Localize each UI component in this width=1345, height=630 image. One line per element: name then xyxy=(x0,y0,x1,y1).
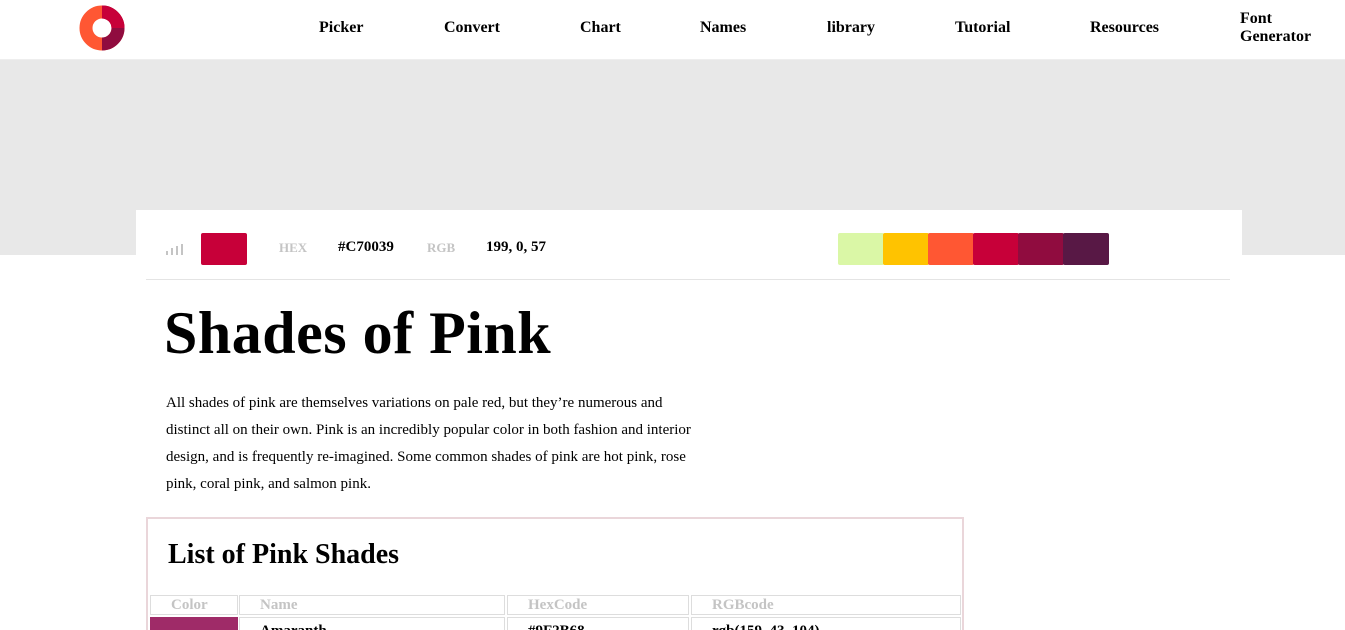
top-navigation-bar: Picker Convert Chart Names library Tutor… xyxy=(0,0,1345,60)
nav-tutorial[interactable]: Tutorial xyxy=(955,19,1010,37)
palette-swatch[interactable] xyxy=(883,233,929,265)
table-row-hex: #9F2B68 xyxy=(507,617,689,630)
logo-icon[interactable] xyxy=(78,5,126,51)
nav-library[interactable]: library xyxy=(827,19,875,37)
column-header-name: Name xyxy=(239,595,505,615)
nav-resources[interactable]: Resources xyxy=(1090,19,1159,37)
rgb-value[interactable]: 199, 0, 57 xyxy=(486,239,546,256)
page-title: Shades of Pink xyxy=(164,300,552,366)
nav-names[interactable]: Names xyxy=(700,19,746,37)
palette-swatch[interactable] xyxy=(1018,233,1064,265)
nav-picker[interactable]: Picker xyxy=(319,19,363,37)
nav-chart[interactable]: Chart xyxy=(580,19,621,37)
column-header-rgbcode: RGBcode xyxy=(691,595,961,615)
list-title: List of Pink Shades xyxy=(168,539,400,570)
nav-convert[interactable]: Convert xyxy=(444,19,500,37)
color-palette xyxy=(838,233,1109,265)
hex-value[interactable]: #C70039 xyxy=(338,239,394,256)
palette-swatch[interactable] xyxy=(1063,233,1109,265)
column-header-hexcode: HexCode xyxy=(507,595,689,615)
hex-label: HEX xyxy=(279,240,308,255)
nav-font-generator[interactable]: Font Generator xyxy=(1240,10,1320,46)
rgb-label: RGB xyxy=(427,240,456,255)
content-card: HEX #C70039 RGB 199, 0, 57 Shades of Pin… xyxy=(136,210,1242,630)
bars-icon[interactable] xyxy=(166,243,184,255)
intro-paragraph: All shades of pink are themselves variat… xyxy=(166,395,691,492)
shades-list-panel: List of Pink Shades Color Name HexCode R… xyxy=(146,517,964,630)
palette-swatch[interactable] xyxy=(928,233,974,265)
table-row-color-swatch xyxy=(150,617,238,630)
table-row-rgb: rgb(159, 43, 104) xyxy=(691,617,961,630)
color-toolbar: HEX #C70039 RGB 199, 0, 57 xyxy=(146,210,1230,280)
current-color-swatch[interactable] xyxy=(201,233,247,265)
palette-swatch[interactable] xyxy=(973,233,1019,265)
column-header-color: Color xyxy=(150,595,238,615)
palette-swatch[interactable] xyxy=(838,233,884,265)
table-row-name: Amaranth xyxy=(239,617,505,630)
